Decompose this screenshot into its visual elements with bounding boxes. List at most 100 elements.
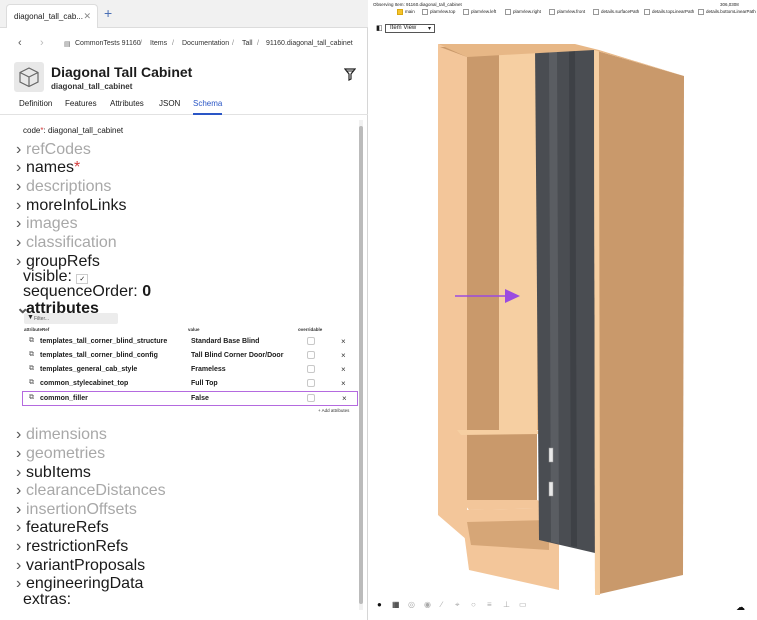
section-clearancedistances[interactable]: › clearanceDistances bbox=[16, 482, 166, 500]
forward-arrow-icon[interactable]: › bbox=[40, 37, 44, 49]
section-insertionoffsets[interactable]: › insertionOffsets bbox=[16, 501, 137, 519]
attribute-value[interactable]: Tall Blind Corner Door/Door bbox=[191, 352, 283, 359]
link-icon[interactable]: ⧉ bbox=[29, 394, 34, 402]
checkbox[interactable] bbox=[422, 9, 428, 15]
plus-icon[interactable]: + bbox=[104, 5, 112, 21]
delete-icon[interactable]: × bbox=[342, 394, 347, 403]
layer-toggle-main[interactable]: main bbox=[397, 9, 415, 15]
section-restrictionrefs[interactable]: › restrictionRefs bbox=[16, 538, 128, 556]
breadcrumb-item[interactable]: Items bbox=[150, 40, 167, 47]
grid-icon[interactable]: ▦ bbox=[392, 600, 400, 609]
section-classification[interactable]: › classification bbox=[16, 234, 117, 252]
filter-icon[interactable] bbox=[343, 68, 357, 84]
door-handle bbox=[548, 481, 554, 497]
checkbox[interactable] bbox=[505, 9, 511, 15]
breadcrumb-separator: / bbox=[172, 40, 174, 47]
rotate-icon[interactable]: ○ bbox=[471, 600, 476, 609]
pen-icon[interactable]: ∕ bbox=[441, 600, 442, 609]
section-variantproposals[interactable]: › variantProposals bbox=[16, 557, 145, 575]
overridable-checkbox[interactable] bbox=[307, 379, 315, 387]
delete-icon[interactable]: × bbox=[341, 351, 346, 360]
column-header-value: value bbox=[188, 327, 200, 332]
section-subitems[interactable]: › subItems bbox=[16, 464, 91, 482]
section-images[interactable]: › images bbox=[16, 215, 78, 233]
layers-icon[interactable]: ▭ bbox=[519, 600, 527, 609]
attribute-value[interactable]: Standard Base Blind bbox=[191, 338, 259, 345]
back-arrow-icon[interactable]: ‹ bbox=[18, 37, 22, 49]
close-icon[interactable]: ✕ bbox=[83, 11, 91, 22]
checkbox[interactable] bbox=[397, 9, 403, 15]
crosshair-icon[interactable]: ⌖ bbox=[455, 600, 460, 610]
tab-schema[interactable]: Schema bbox=[193, 99, 223, 115]
checkbox[interactable] bbox=[463, 9, 469, 15]
tab-features[interactable]: Features bbox=[65, 99, 97, 108]
tab-definition[interactable]: Definition bbox=[19, 99, 52, 108]
section-refcodes[interactable]: › refCodes bbox=[16, 141, 91, 159]
layer-toggle-details-toplinearpath[interactable]: details.topLinearPath bbox=[644, 9, 694, 15]
sequence-value[interactable]: 0 bbox=[142, 283, 151, 300]
link-icon[interactable]: ⧉ bbox=[29, 379, 34, 387]
layer-toggle-planview-top[interactable]: planView.top bbox=[422, 9, 455, 15]
breadcrumb-item[interactable]: Tall bbox=[242, 40, 253, 47]
cabinet-3d-render[interactable] bbox=[409, 30, 729, 600]
delete-icon[interactable]: × bbox=[341, 379, 346, 388]
section-moreinfolinks[interactable]: › moreInfoLinks bbox=[16, 197, 127, 215]
attribute-value[interactable]: Frameless bbox=[191, 366, 226, 373]
cloud-upload-icon[interactable]: ☁ bbox=[736, 602, 745, 613]
overridable-checkbox[interactable] bbox=[307, 365, 315, 373]
column-header-attributeref: attributeRef bbox=[24, 327, 50, 332]
delete-icon[interactable]: × bbox=[341, 365, 346, 374]
attribute-row[interactable]: ⧉ templates_general_cab_style Frameless … bbox=[24, 363, 358, 377]
checkbox[interactable] bbox=[698, 9, 704, 15]
checkbox[interactable] bbox=[593, 9, 599, 15]
measure-icon[interactable]: ⊥ bbox=[503, 600, 510, 609]
attribute-value[interactable]: Full Top bbox=[191, 380, 218, 387]
breadcrumb-separator: / bbox=[140, 40, 142, 47]
delete-icon[interactable]: × bbox=[341, 337, 346, 346]
section-geometries[interactable]: › geometries bbox=[16, 445, 105, 463]
attribute-row-selected[interactable]: ⧉ common_filler False × bbox=[22, 391, 358, 406]
tab-attributes[interactable]: Attributes bbox=[110, 99, 144, 108]
scrollbar-thumb[interactable] bbox=[359, 126, 363, 604]
overridable-checkbox[interactable] bbox=[307, 394, 315, 402]
attribute-row[interactable]: ⧉ common_stylecabinet_top Full Top × bbox=[24, 377, 358, 391]
breadcrumb-item[interactable]: Documentation bbox=[182, 40, 229, 47]
palette-icon[interactable]: ● bbox=[377, 600, 382, 609]
section-names[interactable]: › names* bbox=[16, 159, 80, 177]
section-featurerefs[interactable]: › featureRefs bbox=[16, 519, 109, 537]
layer-toggle-planview-front[interactable]: planView.front bbox=[549, 9, 585, 15]
filter-icon: ▼ bbox=[27, 314, 34, 321]
checkbox[interactable] bbox=[644, 9, 650, 15]
layer-label: main bbox=[405, 9, 415, 15]
link-icon[interactable]: ⧉ bbox=[29, 365, 34, 373]
link-icon[interactable]: ⧉ bbox=[29, 337, 34, 345]
tab-diagonal-tall-cabinet[interactable]: diagonal_tall_cab... ✕ bbox=[6, 4, 98, 28]
viewer-toolbar: ● ▦ ◎ ◉ ∕ ⌖ ○ ≡ ⊥ ▭ bbox=[369, 597, 757, 615]
tab-json[interactable]: JSON bbox=[159, 99, 180, 108]
breadcrumb-item[interactable]: CommonTests 91160 bbox=[75, 40, 141, 47]
link-icon[interactable]: ⧉ bbox=[29, 351, 34, 359]
layer-toggle-planview-left[interactable]: planView.left bbox=[463, 9, 496, 15]
overridable-checkbox[interactable] bbox=[307, 351, 315, 359]
chevron-right-icon: › bbox=[16, 197, 22, 214]
ruler-icon[interactable]: ≡ bbox=[487, 600, 492, 609]
attribute-row[interactable]: ⧉ templates_tall_corner_blind_structure … bbox=[24, 335, 358, 349]
attribute-row[interactable]: ⧉ templates_tall_corner_blind_config Tal… bbox=[24, 349, 358, 363]
add-attributes-button[interactable]: + Add attributes bbox=[318, 408, 349, 413]
extras-label: extras: bbox=[23, 591, 72, 608]
layer-toggle-planview-right[interactable]: planView.right bbox=[505, 9, 541, 15]
section-dimensions[interactable]: › dimensions bbox=[16, 426, 107, 444]
breadcrumb-item[interactable]: 91160.diagonal_tall_cabinet bbox=[266, 40, 353, 47]
layer-toggle-details-surfacepath[interactable]: details.surfacePath bbox=[593, 9, 639, 15]
view-mode-icon: ◧ bbox=[376, 25, 383, 32]
attribute-value[interactable]: False bbox=[191, 395, 209, 402]
attributes-filter-input[interactable]: ▼ Filter... bbox=[24, 313, 118, 324]
circle-icon[interactable]: ◉ bbox=[424, 600, 431, 609]
section-descriptions[interactable]: › descriptions bbox=[16, 178, 111, 196]
layer-toggle-details-bottomlinearpath[interactable]: details.bottomLinearPath bbox=[698, 9, 756, 15]
overridable-checkbox[interactable] bbox=[307, 337, 315, 345]
checkbox[interactable] bbox=[549, 9, 555, 15]
code-value[interactable]: diagonal_tall_cabinet bbox=[48, 126, 123, 135]
cabinet-door bbox=[535, 47, 595, 553]
target-icon[interactable]: ◎ bbox=[408, 600, 415, 609]
